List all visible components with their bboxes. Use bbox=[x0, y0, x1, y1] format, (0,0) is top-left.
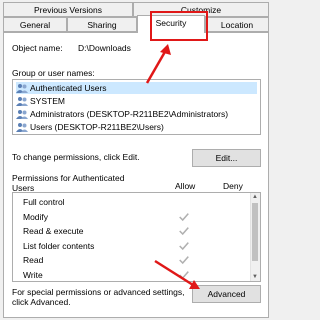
annotation-arrow-to-advanced-button bbox=[154, 259, 200, 289]
